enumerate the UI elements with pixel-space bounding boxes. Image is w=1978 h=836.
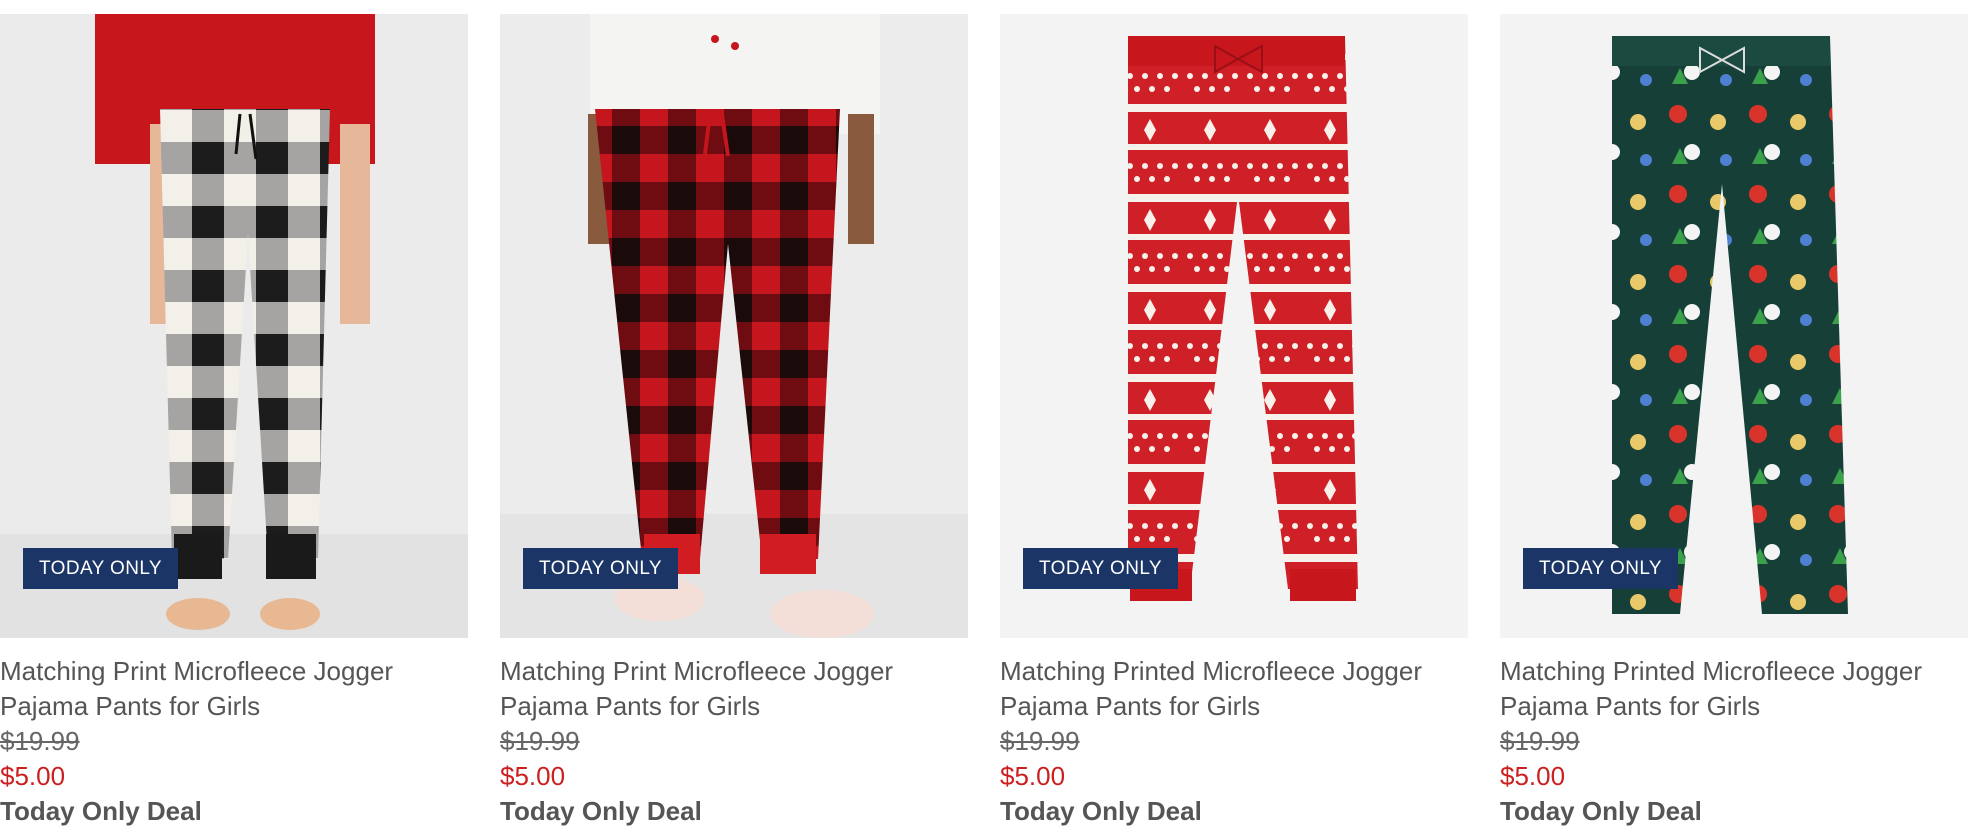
deal-label: Today Only Deal: [1500, 796, 1702, 826]
product-image[interactable]: TODAY ONLY: [1500, 14, 1968, 638]
original-price: $19.99: [1500, 726, 1580, 756]
original-price: $19.99: [1000, 726, 1080, 756]
today-only-badge: TODAY ONLY: [1023, 548, 1178, 589]
product-image[interactable]: TODAY ONLY: [500, 14, 968, 638]
product-card: TODAY ONLY Matching Print Microfleece Jo…: [500, 14, 968, 836]
product-name-line1: Matching Print Microfleece Jogger: [0, 656, 394, 686]
today-only-badge: TODAY ONLY: [1523, 548, 1678, 589]
product-card: TODAY ONLY Matching Printed Microfleece …: [1500, 14, 1968, 836]
deal-label: Today Only Deal: [1000, 796, 1202, 826]
product-name-line2: Pajama Pants for Girls: [1000, 691, 1261, 721]
deal-label: Today Only Deal: [0, 796, 202, 826]
product-photo-red-fair-isle: [1000, 14, 1468, 638]
original-price: $19.99: [0, 726, 80, 756]
product-grid: TODAY ONLY Matching Print Microfleece Jo…: [0, 14, 1978, 836]
sale-price: $5.00: [1500, 761, 1566, 791]
product-name-line1: Matching Printed Microfleece Jogger: [1500, 656, 1922, 686]
today-only-badge: TODAY ONLY: [23, 548, 178, 589]
product-name-line1: Matching Printed Microfleece Jogger: [1000, 656, 1422, 686]
product-name-link[interactable]: Matching Print Microfleece Jogger Pajama…: [500, 654, 968, 724]
product-name-line2: Pajama Pants for Girls: [1500, 691, 1761, 721]
sale-price: $5.00: [0, 761, 66, 791]
product-photo-green-ornament-print: [1500, 14, 1968, 638]
sale-price: $5.00: [1000, 761, 1066, 791]
product-image[interactable]: TODAY ONLY: [1000, 14, 1468, 638]
today-only-badge: TODAY ONLY: [523, 548, 678, 589]
sale-price: $5.00: [500, 761, 566, 791]
deal-label: Today Only Deal: [500, 796, 702, 826]
product-name-link[interactable]: Matching Printed Microfleece Jogger Paja…: [1000, 654, 1468, 724]
product-name-link[interactable]: Matching Printed Microfleece Jogger Paja…: [1500, 654, 1968, 724]
product-photo-red-black-plaid: [500, 14, 968, 638]
product-name-line2: Pajama Pants for Girls: [500, 691, 761, 721]
product-name-link[interactable]: Matching Print Microfleece Jogger Pajama…: [0, 654, 468, 724]
product-name-line2: Pajama Pants for Girls: [0, 691, 261, 721]
product-card: TODAY ONLY Matching Print Microfleece Jo…: [0, 14, 468, 836]
original-price: $19.99: [500, 726, 580, 756]
product-name-line1: Matching Print Microfleece Jogger: [500, 656, 894, 686]
product-photo-black-white-plaid: [0, 14, 468, 638]
product-card: TODAY ONLY Matching Printed Microfleece …: [1000, 14, 1468, 836]
product-image[interactable]: TODAY ONLY: [0, 14, 468, 638]
